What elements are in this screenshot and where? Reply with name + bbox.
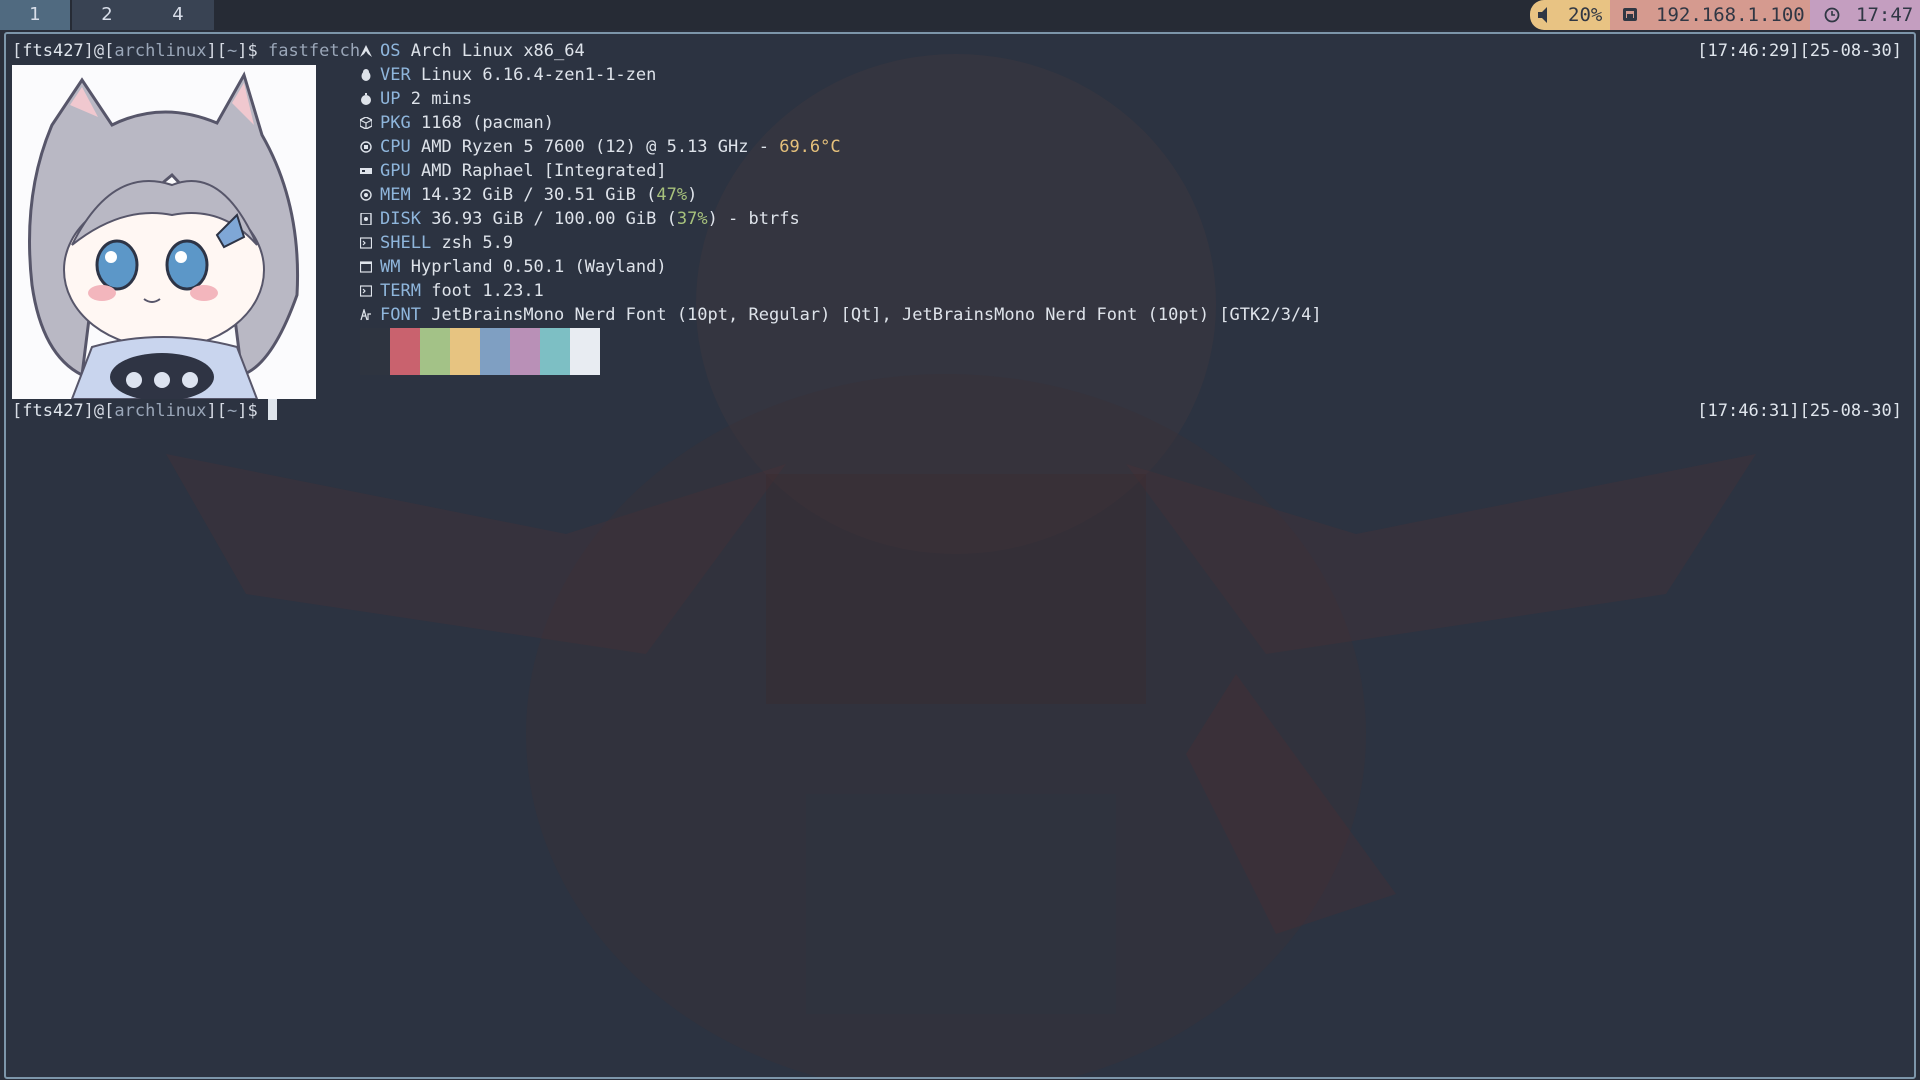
text-cursor bbox=[267, 399, 277, 420]
arch-logo-icon bbox=[360, 45, 372, 57]
info-os: OS Arch Linux x86_64 bbox=[360, 39, 585, 63]
terminal-icon bbox=[360, 285, 372, 297]
memory-percent: 47% bbox=[656, 185, 688, 205]
terminal-content: [fts427]@[archlinux][~]$ fastfetch [17:4… bbox=[6, 34, 1914, 1077]
palette-swatch-6 bbox=[540, 328, 570, 375]
info-packages: PKG 1168 (pacman) bbox=[360, 111, 554, 135]
window-icon bbox=[360, 261, 372, 273]
prompt-timestamp-2: [17:46:31][25-08-30] bbox=[1697, 401, 1902, 421]
cpu-icon bbox=[360, 141, 372, 153]
network-widget[interactable]: 192.168.1.100 bbox=[1610, 0, 1810, 30]
clock-widget[interactable]: 17:47 bbox=[1810, 0, 1920, 30]
terminal-icon bbox=[360, 237, 372, 249]
info-shell: SHELL zsh 5.9 bbox=[360, 231, 513, 255]
prompt-line-2[interactable]: [fts427]@[archlinux][~]$ bbox=[12, 399, 277, 423]
info-term: TERM foot 1.23.1 bbox=[360, 279, 544, 303]
prompt-line-1: [fts427]@[archlinux][~]$ fastfetch bbox=[12, 41, 361, 61]
palette-swatch-4 bbox=[480, 328, 510, 375]
disk-percent: 37% bbox=[676, 209, 708, 229]
fastfetch-logo-image bbox=[12, 65, 316, 399]
info-disk: DISK 36.93 GiB / 100.00 GiB (37%) - btrf… bbox=[360, 207, 800, 231]
font-icon bbox=[360, 309, 371, 321]
workspace-4-button[interactable]: 4 bbox=[142, 0, 214, 30]
volume-level: 20% bbox=[1568, 4, 1603, 26]
clock-time: 17:47 bbox=[1856, 4, 1914, 26]
palette-swatch-2 bbox=[420, 328, 450, 375]
info-uptime: UP 2 mins bbox=[360, 87, 472, 111]
info-ver: VER Linux 6.16.4-zen1-1-zen bbox=[360, 63, 656, 87]
package-icon bbox=[360, 117, 372, 129]
cpu-temperature: 69.6°C bbox=[779, 137, 841, 157]
palette-swatch-7 bbox=[570, 328, 600, 375]
gpu-icon bbox=[360, 168, 372, 174]
disk-icon bbox=[360, 213, 372, 225]
palette-swatch-1 bbox=[390, 328, 420, 375]
workspace-2-button[interactable]: 2 bbox=[72, 0, 142, 30]
palette-swatch-5 bbox=[510, 328, 540, 375]
info-font: FONT JetBrainsMono Nerd Font (10pt, Regu… bbox=[360, 303, 1322, 327]
volume-widget[interactable]: 20% bbox=[1530, 0, 1610, 30]
info-gpu: GPU AMD Raphael [Integrated] bbox=[360, 159, 667, 183]
palette-swatch-0 bbox=[360, 328, 390, 375]
prompt-user: fts427 bbox=[22, 41, 84, 61]
prompt-host: archlinux bbox=[114, 41, 207, 61]
info-memory: MEM 14.32 GiB / 30.51 GiB (47%) bbox=[360, 183, 697, 207]
info-cpu: CPU AMD Ryzen 5 7600 (12) @ 5.13 GHz - 6… bbox=[360, 135, 841, 159]
penguin-icon bbox=[361, 69, 371, 81]
command-text: fastfetch bbox=[267, 41, 361, 61]
workspace-1-button[interactable]: 1 bbox=[0, 0, 70, 30]
info-wm: WM Hyprland 0.50.1 (Wayland) bbox=[360, 255, 667, 279]
terminal-window[interactable]: [fts427]@[archlinux][~]$ fastfetch [17:4… bbox=[4, 32, 1916, 1079]
memory-icon bbox=[360, 189, 372, 201]
top-bar: 1 2 4 20% 192.168.1.100 17:47 bbox=[0, 0, 1920, 30]
timer-icon bbox=[361, 93, 371, 105]
prompt-timestamp-1: [17:46:29][25-08-30] bbox=[1697, 41, 1902, 61]
palette-swatch-3 bbox=[450, 328, 480, 375]
prompt-path: ~ bbox=[227, 41, 238, 61]
ip-address: 192.168.1.100 bbox=[1656, 4, 1805, 26]
